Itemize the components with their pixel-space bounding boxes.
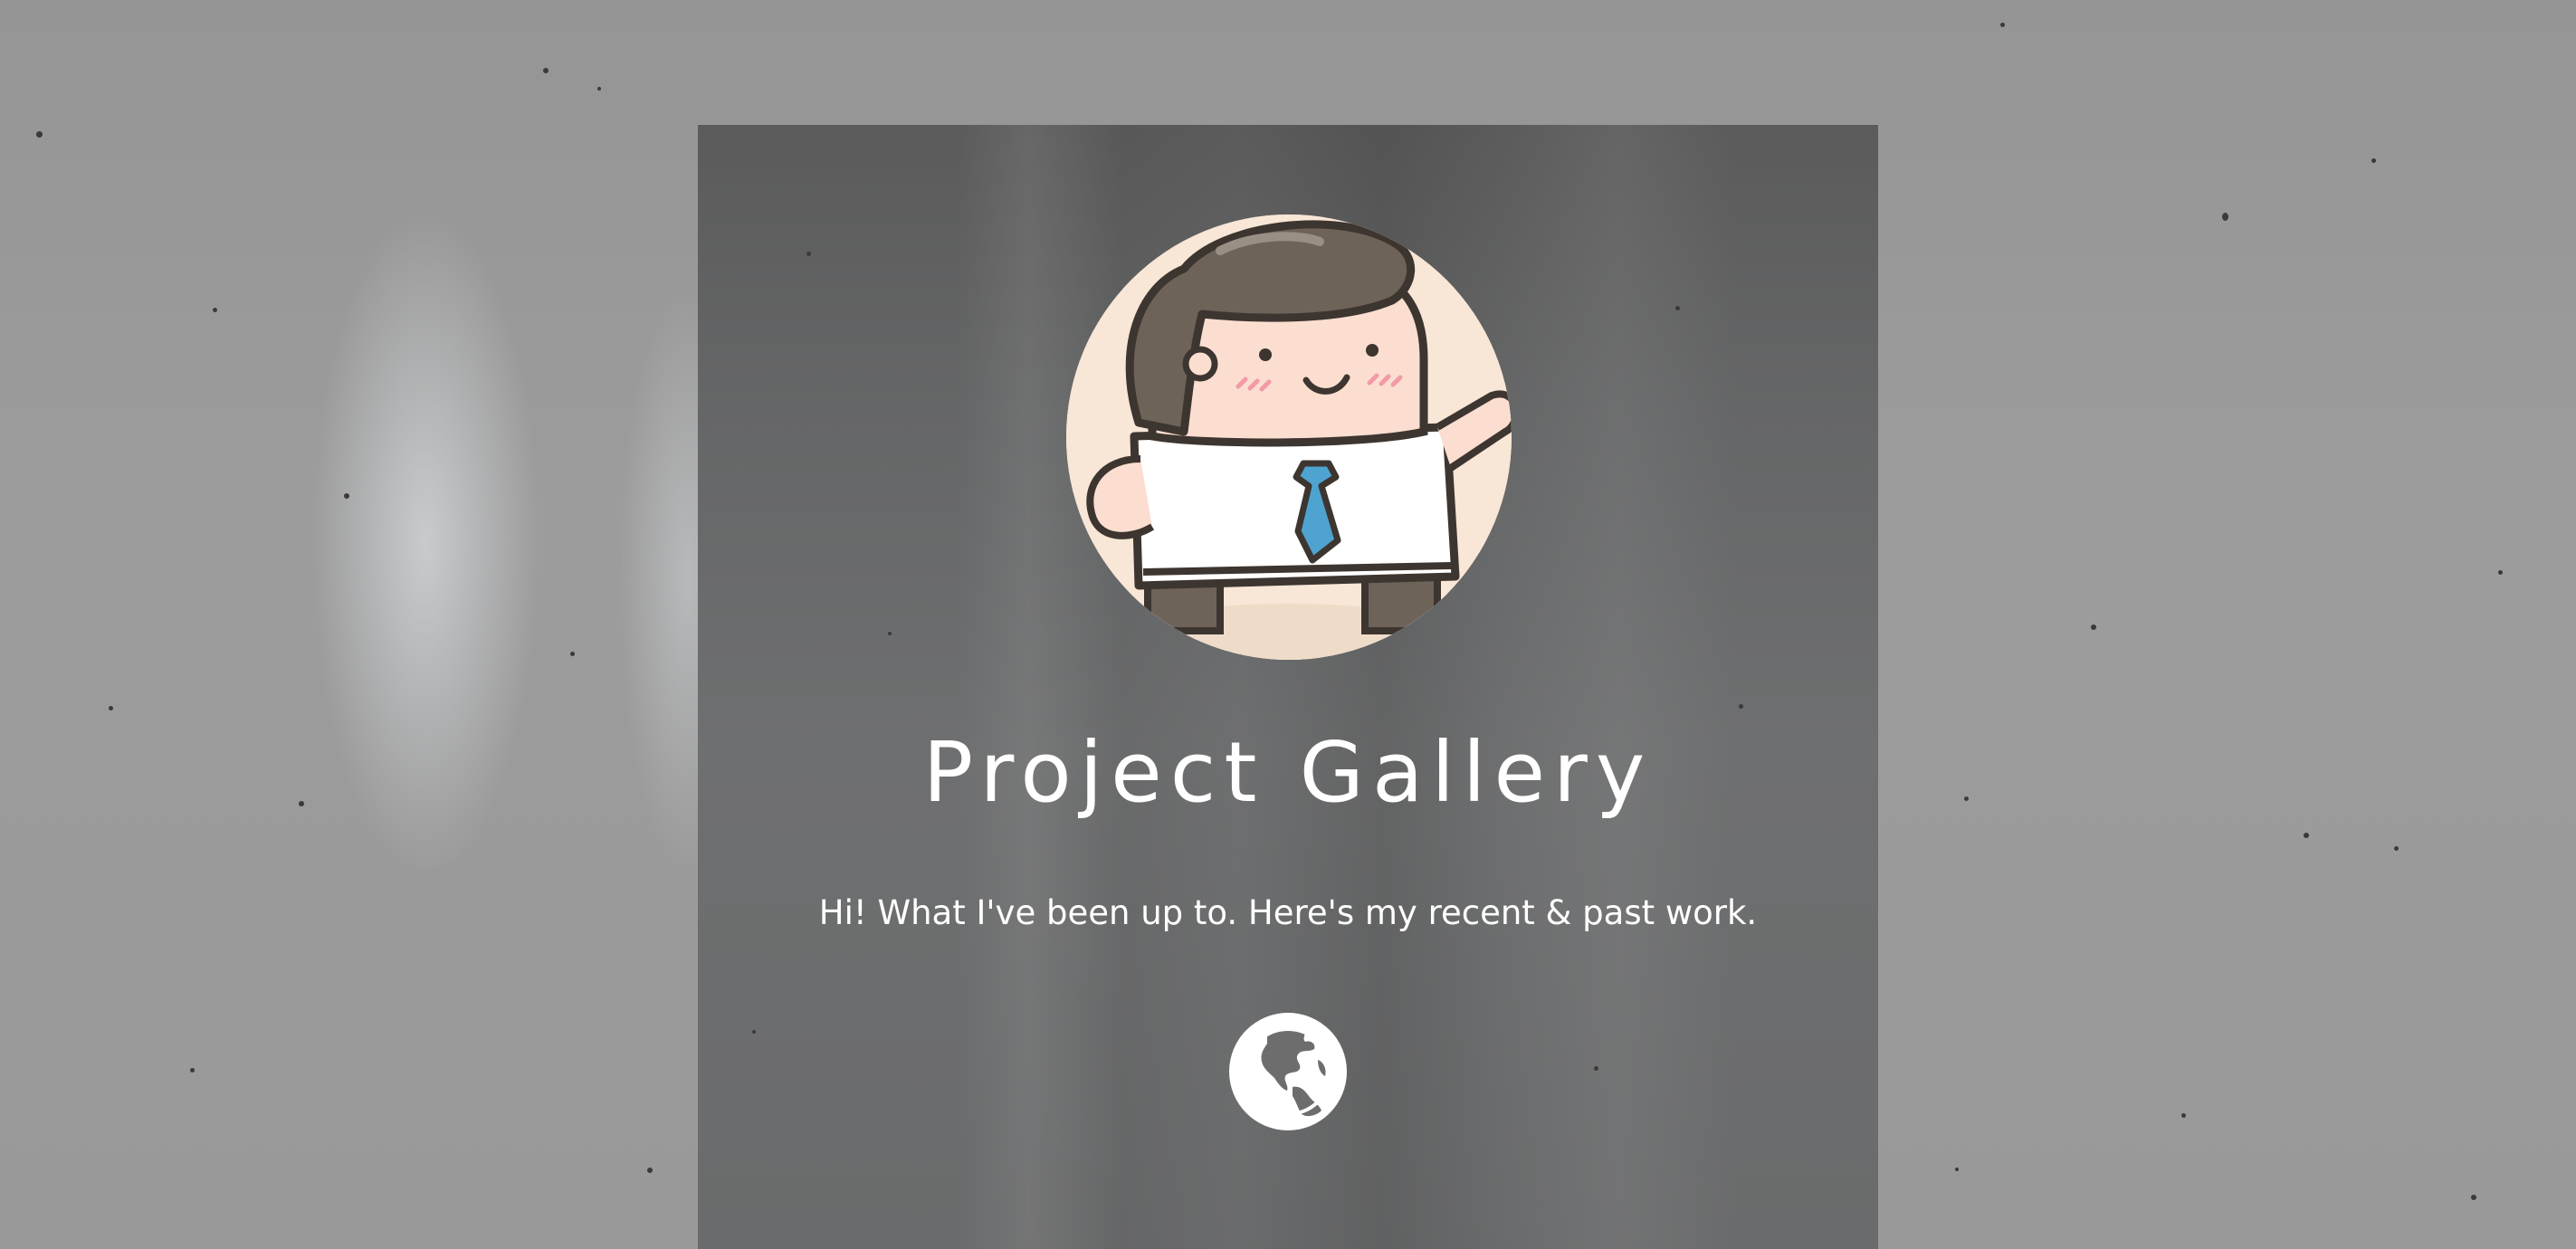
globe-icon bbox=[1244, 1027, 1332, 1117]
page-title: Project Gallery bbox=[922, 724, 1654, 821]
page-subtitle: Hi! What I've been up to. Here's my rece… bbox=[818, 893, 1758, 932]
cartoon-office-worker-icon bbox=[1066, 215, 1512, 660]
website-link[interactable] bbox=[1229, 1013, 1347, 1130]
avatar bbox=[1066, 215, 1512, 660]
